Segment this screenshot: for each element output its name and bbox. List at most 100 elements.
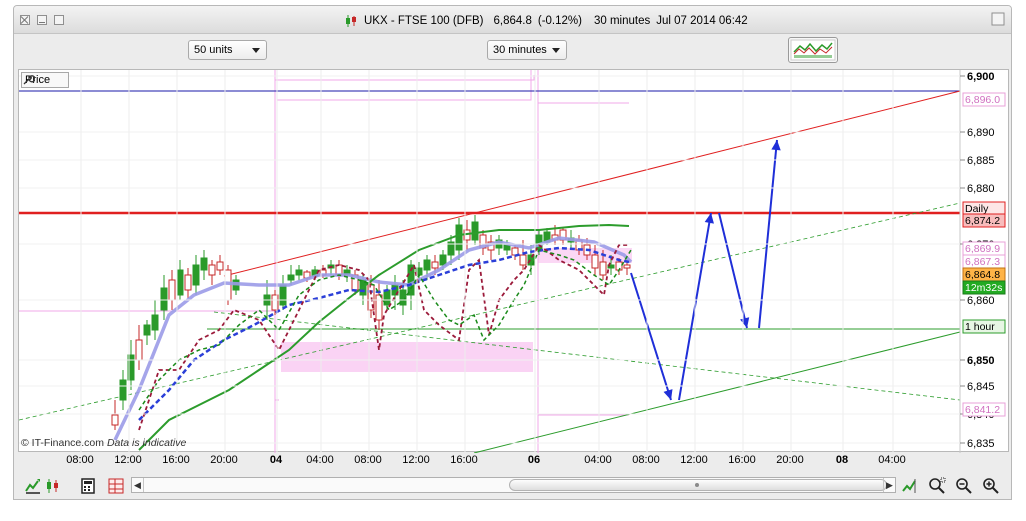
time-axis-label: 04:00 [306,454,334,466]
candle-body [399,289,407,306]
time-axis-label: 12:00 [114,454,142,466]
interval-select-value: 30 minutes [493,44,547,56]
chart-type-icon[interactable] [24,477,42,495]
zoom-in-icon[interactable] [982,477,1000,495]
candle-body [192,264,200,286]
scroll-right-button[interactable]: ▶ [883,478,895,492]
title-interval: 30 minutes [593,15,651,27]
candle-body [455,224,463,251]
time-axis-label: 12:00 [402,454,430,466]
zoom-out-icon[interactable] [955,477,973,495]
time-axis-label: 08:00 [632,454,660,466]
time-axis-label: 08:00 [354,454,382,466]
candle-body [519,254,527,266]
current-price: 6,864.8 [493,15,532,27]
time-axis-label: 08 [835,454,849,466]
time-axis-label: 12:00 [680,454,708,466]
time-axis-label: 20:00 [776,454,804,466]
time-axis-label: 06 [527,454,541,466]
time-axis-label: 08:00 [66,454,94,466]
price-tag-label: 6,841.2 [965,404,1000,416]
crosshair-tool-icon[interactable] [901,477,919,495]
pivot-line [277,70,532,101]
title-bar: UKX - FTSE 100 (DFB) 6,864.8 (-0.12%) 30… [14,6,1011,34]
price-change: (-0.12%) [537,15,582,27]
candle-body [184,274,192,291]
forecast-arrow [630,272,672,401]
units-select-value: 50 units [194,44,233,56]
candle-body [176,269,184,296]
interval-select[interactable]: 30 minutes [487,40,567,60]
candle-body [423,259,431,271]
chart-canvas[interactable]: 6,9006,8906,8856,8806,8706,8606,8506,845… [19,70,1010,453]
bottom-toolbar: ◀ ▶ [14,470,1011,499]
price-chart[interactable]: 6,9006,8906,8856,8806,8706,8606,8506,845… [18,69,1010,453]
price-tag-label: 6,896.0 [965,94,1000,106]
support-trendline [473,331,961,453]
maximize-icon[interactable] [54,15,64,25]
price-tag-label: 1 hour [965,321,995,333]
candle-body [375,294,383,321]
candle-body [151,314,159,331]
resize-icon[interactable] [991,12,1005,26]
time-axis-label: 16:00 [450,454,478,466]
time-scrollbar[interactable]: ◀ ▶ [131,477,896,493]
time-axis-label: 16:00 [728,454,756,466]
chevron-down-icon [252,48,260,53]
price-tag-label: 6,874.2 [965,215,1000,227]
candle-body [208,264,216,276]
price-axis-label: 6,850 [967,355,995,367]
price-tag-label: 6,867.3 [965,256,1000,268]
units-select[interactable]: 50 units [188,40,267,60]
chevron-down-icon [552,48,560,53]
minimize-icon[interactable] [37,15,47,25]
close-icon[interactable] [20,15,30,25]
candle-body [279,284,287,306]
candle-body [200,257,208,271]
scrollbar-thumb[interactable] [509,479,887,491]
price-axis-label: 6,835 [967,438,995,450]
zoom-area-icon[interactable] [928,477,946,495]
wrench-icon[interactable] [22,73,35,86]
price-tag-label: 6,864.8 [965,269,1000,281]
candle-body [111,414,119,426]
candle-body [168,279,176,301]
candles-icon[interactable] [44,477,62,495]
candle-body [591,254,599,269]
scroll-left-button[interactable]: ◀ [132,478,144,492]
time-axis-label: 16:00 [162,454,190,466]
watermark-brand: © IT-Finance.com [21,437,105,449]
candle-body [143,324,151,336]
layout-icon[interactable] [107,477,125,495]
time-axis-label: 04:00 [878,454,906,466]
candle-body [599,261,607,276]
chart-style-button[interactable] [788,37,838,63]
price-tag-label: 6,869.9 [965,243,1000,255]
title-datetime: Jul 07 2014 06:42 [656,15,748,27]
watermark-note: Data is indicative [106,437,187,449]
forecast-arrowhead [663,389,673,400]
forecast-arrowhead [740,317,750,328]
price-axis-label: 6,880 [967,183,995,195]
price-axis-label: 6,890 [967,127,995,139]
candlestick-icon [346,15,356,27]
candle-body [119,379,127,401]
calculator-icon[interactable] [79,477,97,495]
price-axis-label: 6,900 [967,71,995,83]
price-tag-label: Daily [965,203,989,215]
candle-body [439,254,447,266]
moving-average-line [113,236,633,441]
price-axis-label: 6,885 [967,155,995,167]
candle-body [471,221,479,241]
time-axis: 08:00 12:00 16:00 20:00 04 04:00 08:00 12:00 16:… [18,452,958,468]
candle-body [287,274,295,281]
candle-body [431,261,439,269]
price-axis-label: 6,860 [967,295,995,307]
chart-watermark: © IT-Finance.com Data is indicative [21,437,186,449]
chart-window: UKX - FTSE 100 (DFB) 6,864.8 (-0.12%) 30… [13,5,1012,500]
price-label-button[interactable]: Price [21,72,70,88]
time-axis-label: 04 [269,454,283,466]
toolbar: 50 units 30 minutes [14,34,1011,67]
candle-body [135,339,143,361]
candle-body [623,264,631,269]
